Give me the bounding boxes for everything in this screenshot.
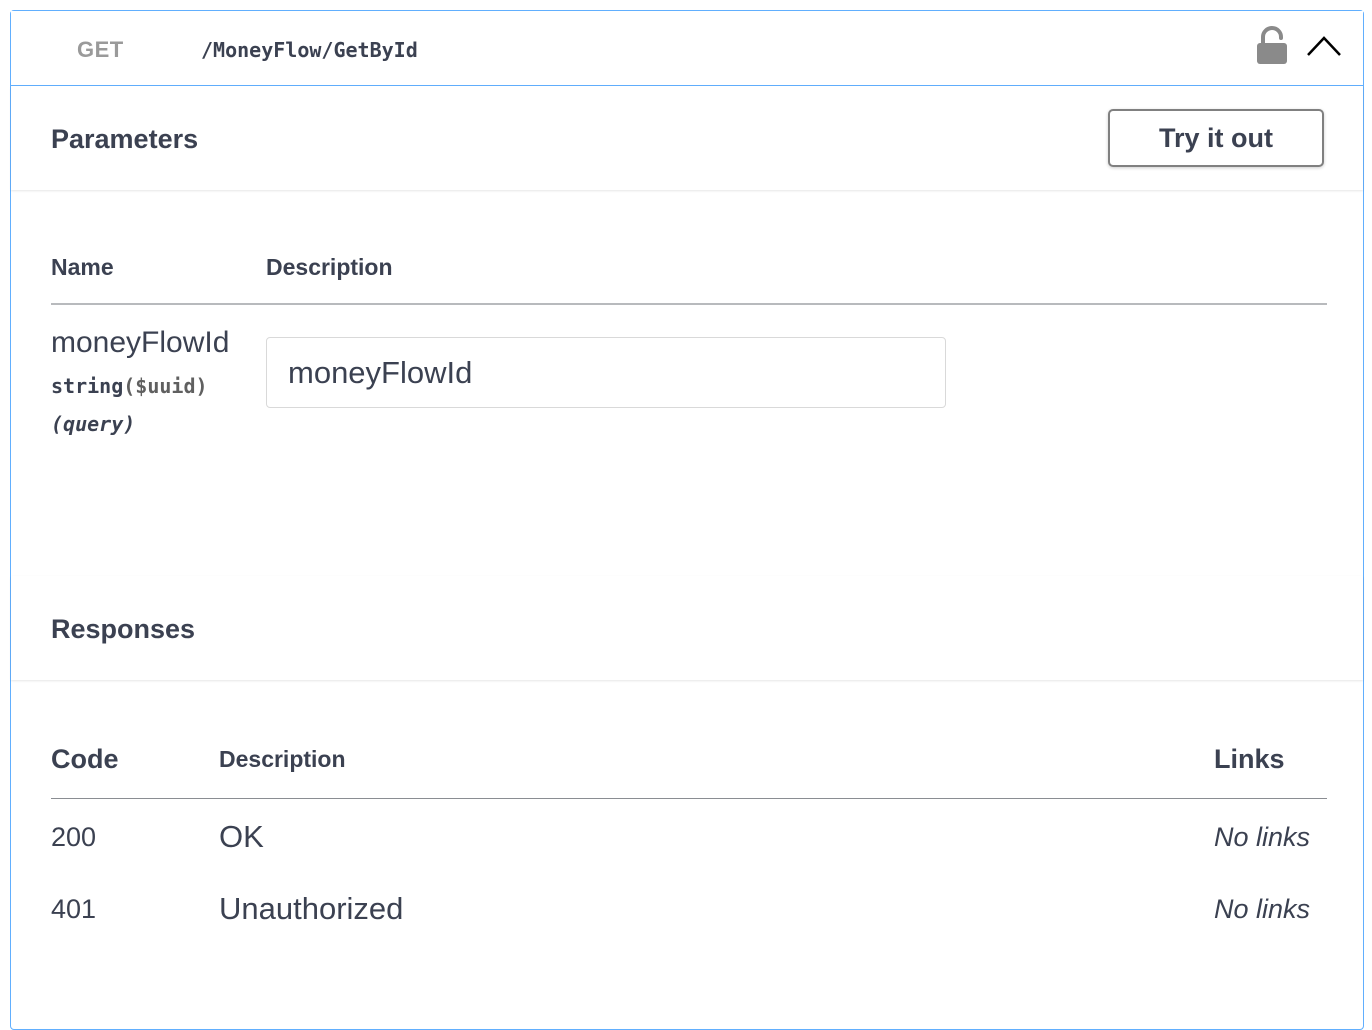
response-links: No links <box>1214 822 1311 852</box>
param-format: ($uuid) <box>123 374 208 398</box>
response-description: Unauthorized <box>219 891 404 926</box>
param-description-column-header: Description <box>266 254 393 280</box>
endpoint-path: /MoneyFlow/GetById <box>201 38 418 62</box>
lock-open-icon[interactable] <box>1255 26 1289 66</box>
param-name: moneyFlowId <box>51 326 230 359</box>
parameters-title: Parameters <box>51 124 199 154</box>
operation-summary[interactable]: GET /MoneyFlow/GetById <box>11 11 1363 86</box>
response-code: 401 <box>51 894 97 924</box>
try-it-out-button[interactable]: Try it out <box>1108 109 1324 167</box>
response-description-column-header: Description <box>219 746 346 772</box>
response-links-column-header: Links <box>1214 744 1285 774</box>
response-links: No links <box>1214 894 1311 924</box>
parameters-table-divider <box>51 303 1327 305</box>
chevron-up-icon[interactable] <box>1305 33 1343 59</box>
responses-header: Responses <box>11 576 1363 680</box>
http-method-label: GET <box>77 37 124 62</box>
parameters-header: Parameters Try it out <box>11 86 1363 190</box>
param-name-column-header: Name <box>51 254 114 280</box>
param-location: (query) <box>51 412 136 436</box>
responses-table-divider <box>51 798 1327 799</box>
money-flow-id-input[interactable] <box>266 337 946 408</box>
param-type-name: string <box>51 374 124 398</box>
operation-block: GET /MoneyFlow/GetById Parameters Try it… <box>10 10 1364 1030</box>
responses-title: Responses <box>51 614 196 644</box>
param-type: string($uuid) <box>51 374 208 398</box>
response-code: 200 <box>51 822 97 852</box>
response-code-column-header: Code <box>51 744 119 774</box>
response-description: OK <box>219 819 264 854</box>
